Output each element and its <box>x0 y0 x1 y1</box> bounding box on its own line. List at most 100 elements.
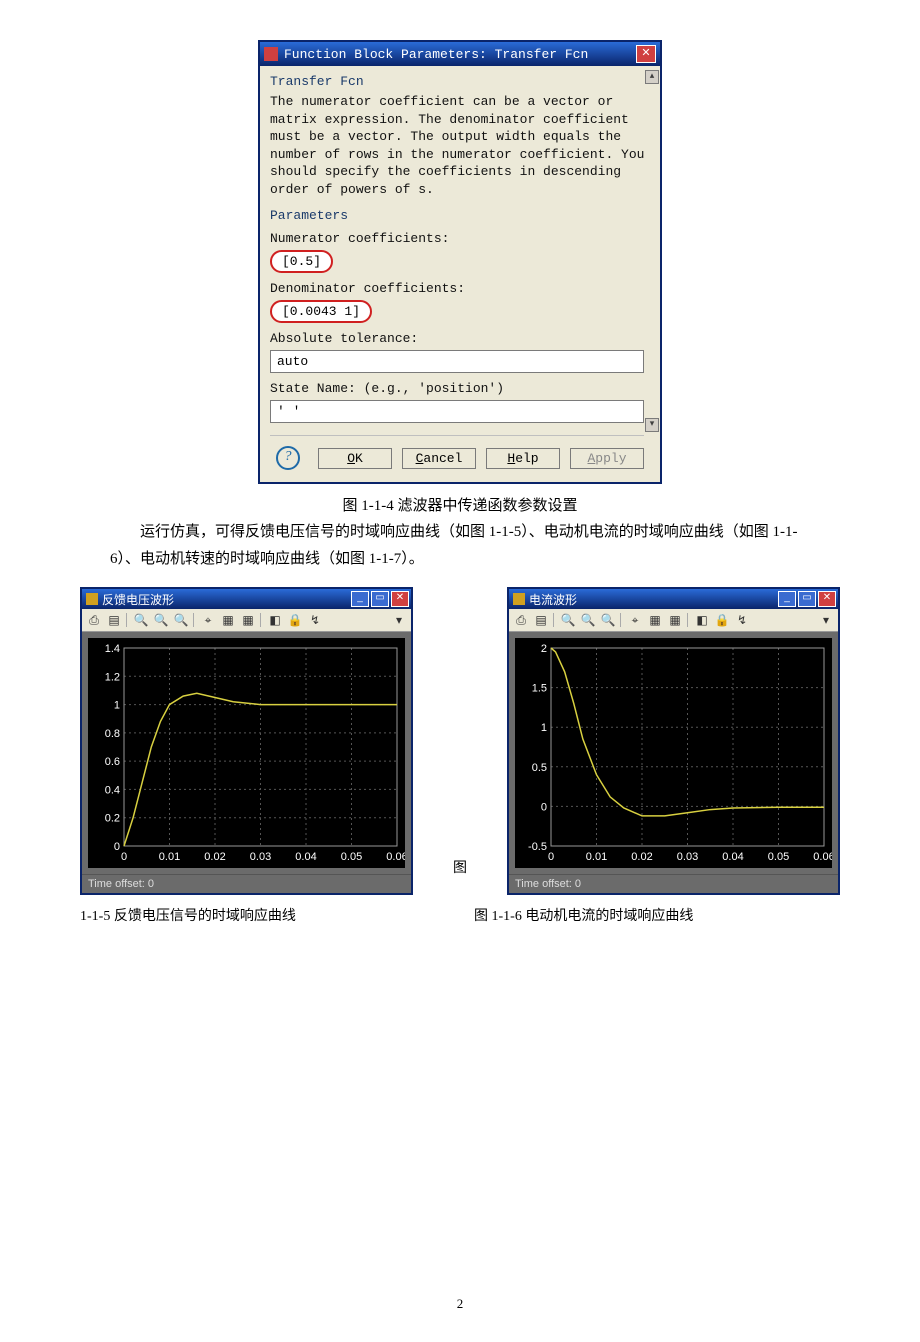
dialog-body: ▴ ▾ Transfer Fcn The numerator coefficie… <box>260 66 660 482</box>
save-axes-icon[interactable]: ▦ <box>647 612 663 628</box>
zoom-y-icon[interactable]: 🔍 <box>173 612 189 628</box>
minimize-icon[interactable]: _ <box>351 591 369 607</box>
help-question-icon[interactable]: ? <box>276 446 300 470</box>
lock-icon[interactable]: 🔒 <box>287 612 303 628</box>
float-icon[interactable]: ◧ <box>267 612 283 628</box>
denominator-label: Denominator coefficients: <box>270 281 650 296</box>
zoom-x-icon[interactable]: 🔍 <box>580 612 596 628</box>
signal-icon[interactable]: ↯ <box>307 612 323 628</box>
restore-axes-icon[interactable]: ▦ <box>667 612 683 628</box>
svg-text:0.04: 0.04 <box>722 851 743 863</box>
lock-icon[interactable]: 🔒 <box>714 612 730 628</box>
simulink-icon <box>264 47 278 61</box>
svg-text:0.5: 0.5 <box>532 762 547 774</box>
numerator-label: Numerator coefficients: <box>270 231 650 246</box>
plot-right[interactable]: -0.500.511.5200.010.020.030.040.050.06 <box>515 638 832 868</box>
plot-left[interactable]: 00.20.40.60.811.21.400.010.020.030.040.0… <box>88 638 405 868</box>
chart-window-current: 电流波形 _ ▭ ✕ ⎙ ▤ 🔍 🔍 🔍 ⌖ ▦ ▦ ◧ 🔒 ↯ <box>507 587 840 895</box>
maximize-icon[interactable]: ▭ <box>798 591 816 607</box>
chart-title-right: 电流波形 <box>529 591 577 608</box>
svg-text:1: 1 <box>541 722 547 734</box>
svg-text:2: 2 <box>541 643 547 655</box>
figure-label-row: 1-1-5 反馈电压信号的时域响应曲线 图 1-1-6 电动机电流的时域响应曲线 <box>80 905 840 925</box>
close-icon[interactable]: ✕ <box>818 591 836 607</box>
chart-row: 反馈电压波形 _ ▭ ✕ ⎙ ▤ 🔍 🔍 🔍 ⌖ ▦ ▦ ◧ 🔒 ↯ <box>80 587 840 895</box>
minimize-icon[interactable]: _ <box>778 591 796 607</box>
dialog-titlebar[interactable]: Function Block Parameters: Transfer Fcn … <box>260 42 660 66</box>
svg-text:0.03: 0.03 <box>677 851 698 863</box>
svg-text:1: 1 <box>114 700 120 712</box>
svg-text:0.02: 0.02 <box>204 851 225 863</box>
ok-button[interactable]: OK <box>318 448 392 469</box>
plot-area-right: -0.500.511.5200.010.020.030.040.050.06 <box>509 632 838 874</box>
state-name-input[interactable]: ' ' <box>270 400 644 423</box>
svg-text:0.06: 0.06 <box>813 851 832 863</box>
svg-text:0: 0 <box>114 841 120 853</box>
status-bar-left: Time offset: 0 <box>82 874 411 893</box>
print-icon[interactable]: ⎙ <box>513 612 529 628</box>
paragraph-main: 运行仿真，可得反馈电压信号的时域响应曲线（如图 1-1-5）、电动机电流的时域响… <box>110 519 810 573</box>
close-icon[interactable]: ✕ <box>636 45 656 63</box>
svg-text:0.05: 0.05 <box>768 851 789 863</box>
separator <box>553 613 556 627</box>
svg-text:0.03: 0.03 <box>250 851 271 863</box>
svg-text:0.4: 0.4 <box>105 785 120 797</box>
save-axes-icon[interactable]: ▦ <box>220 612 236 628</box>
scope-icon <box>86 593 98 605</box>
svg-text:1.5: 1.5 <box>532 683 547 695</box>
dropdown-icon[interactable]: ▾ <box>818 612 834 628</box>
status-bar-right: Time offset: 0 <box>509 874 838 893</box>
numerator-input[interactable]: [0.5] <box>270 250 333 273</box>
autoscale-icon[interactable]: ⌖ <box>200 612 216 628</box>
autoscale-icon[interactable]: ⌖ <box>627 612 643 628</box>
scroll-down-icon[interactable]: ▾ <box>645 418 659 432</box>
chart-titlebar-right[interactable]: 电流波形 _ ▭ ✕ <box>509 589 838 609</box>
apply-button[interactable]: Apply <box>570 448 644 469</box>
state-name-label: State Name: (e.g., 'position') <box>270 381 650 396</box>
svg-text:0.2: 0.2 <box>105 813 120 825</box>
figure-label-left: 1-1-5 反馈电压信号的时域响应曲线 <box>80 905 446 925</box>
float-icon[interactable]: ◧ <box>694 612 710 628</box>
svg-text:0.01: 0.01 <box>159 851 180 863</box>
group-label-transfer-fcn: Transfer Fcn <box>270 74 650 89</box>
scrollbar[interactable]: ▴ ▾ <box>644 66 660 436</box>
restore-axes-icon[interactable]: ▦ <box>240 612 256 628</box>
plot-area-left: 00.20.40.60.811.21.400.010.020.030.040.0… <box>82 632 411 874</box>
svg-text:0.6: 0.6 <box>105 756 120 768</box>
zoom-y-icon[interactable]: 🔍 <box>600 612 616 628</box>
abstol-input[interactable]: auto <box>270 350 644 373</box>
scroll-up-icon[interactable]: ▴ <box>645 70 659 84</box>
inter-figure-char: 图 <box>453 857 467 877</box>
svg-text:1.4: 1.4 <box>105 643 120 655</box>
zoom-x-icon[interactable]: 🔍 <box>153 612 169 628</box>
transfer-fcn-dialog: Function Block Parameters: Transfer Fcn … <box>258 40 662 484</box>
chart-toolbar-right: ⎙ ▤ 🔍 🔍 🔍 ⌖ ▦ ▦ ◧ 🔒 ↯ ▾ <box>509 609 838 632</box>
cancel-button[interactable]: Cancel <box>402 448 476 469</box>
dialog-title: Function Block Parameters: Transfer Fcn <box>284 47 636 62</box>
group-label-parameters: Parameters <box>270 208 650 223</box>
close-icon[interactable]: ✕ <box>391 591 409 607</box>
svg-text:0.05: 0.05 <box>341 851 362 863</box>
separator <box>126 613 129 627</box>
signal-icon[interactable]: ↯ <box>734 612 750 628</box>
svg-text:0.04: 0.04 <box>295 851 316 863</box>
svg-text:0: 0 <box>548 851 554 863</box>
maximize-icon[interactable]: ▭ <box>371 591 389 607</box>
help-button[interactable]: Help <box>486 448 560 469</box>
svg-text:1.2: 1.2 <box>105 672 120 684</box>
print-icon[interactable]: ⎙ <box>86 612 102 628</box>
dropdown-icon[interactable]: ▾ <box>391 612 407 628</box>
svg-text:0.02: 0.02 <box>631 851 652 863</box>
caption-dialog: 图 1-1-4 滤波器中传递函数参数设置 <box>0 494 920 515</box>
svg-text:0: 0 <box>541 802 547 814</box>
separator <box>193 613 196 627</box>
params-icon[interactable]: ▤ <box>106 612 122 628</box>
zoom-in-icon[interactable]: 🔍 <box>560 612 576 628</box>
params-icon[interactable]: ▤ <box>533 612 549 628</box>
scope-icon <box>513 593 525 605</box>
zoom-in-icon[interactable]: 🔍 <box>133 612 149 628</box>
separator <box>687 613 690 627</box>
denominator-input[interactable]: [0.0043 1] <box>270 300 372 323</box>
dialog-description: The numerator coefficient can be a vecto… <box>270 93 650 198</box>
chart-titlebar-left[interactable]: 反馈电压波形 _ ▭ ✕ <box>82 589 411 609</box>
